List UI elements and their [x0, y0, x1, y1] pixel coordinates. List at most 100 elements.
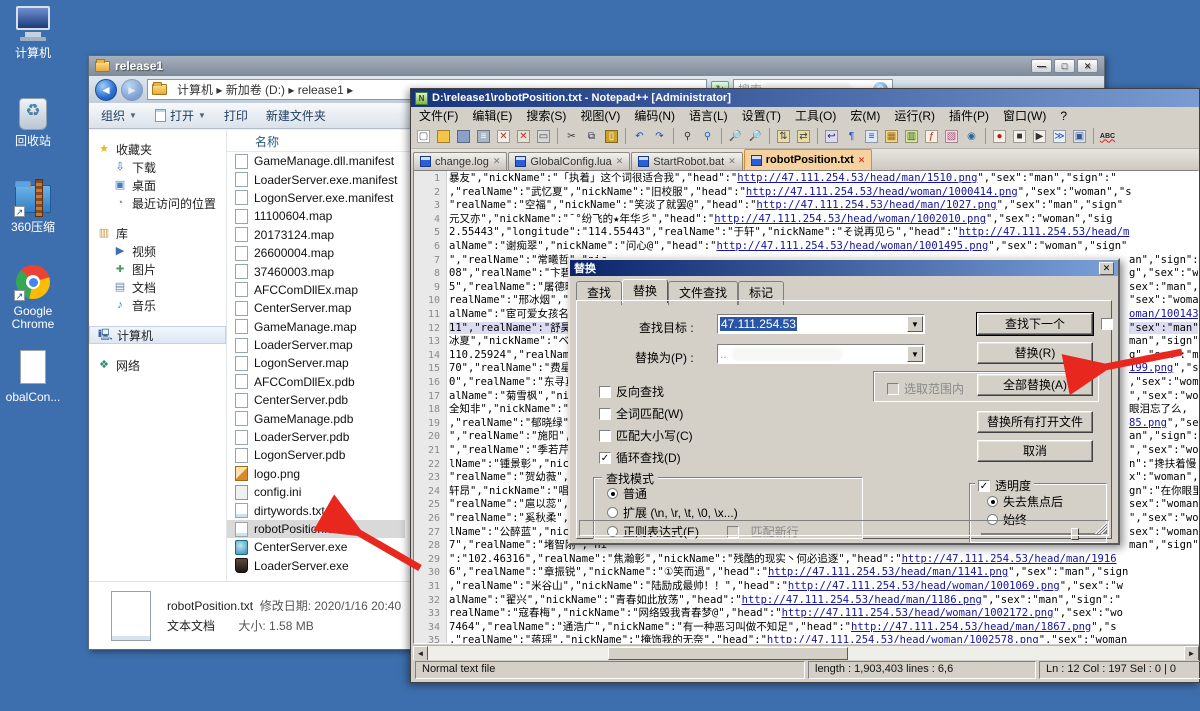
sidebar-item[interactable]: ▶视频 — [89, 242, 226, 260]
document-tab[interactable]: StartRobot.bat✕ — [631, 152, 742, 170]
save-all-icon[interactable]: ≡ — [475, 128, 492, 145]
scroll-right-button[interactable]: ► — [1184, 646, 1199, 661]
match-case-checkbox[interactable]: 匹配大小写(C) — [599, 427, 693, 444]
word-wrap-icon[interactable]: ↩ — [823, 128, 840, 145]
folder-workspace-icon[interactable]: ▧ — [943, 128, 960, 145]
sidebar-item[interactable]: ▤文档 — [89, 278, 226, 296]
mystery-checkbox[interactable] — [1101, 318, 1113, 330]
replace-with-input[interactable]: .. 226 ▼ — [717, 344, 925, 364]
menu-item[interactable]: 设置(T) — [742, 107, 781, 124]
find-next-button[interactable]: 查找下一个 — [977, 313, 1093, 335]
back-button[interactable]: ◄ — [95, 79, 117, 101]
desktop-icon-bin[interactable]: ♻回收站 — [0, 92, 66, 148]
sidebar-item[interactable]: ▣桌面 — [89, 176, 226, 194]
sidebar-item[interactable]: 🞦图片 — [89, 260, 226, 278]
menu-item[interactable]: 插件(P) — [949, 107, 989, 124]
organize-button[interactable]: 组织▼ — [101, 107, 137, 124]
cancel-button[interactable]: 取消 — [977, 440, 1093, 462]
menu-item[interactable]: 编辑(E) — [472, 107, 512, 124]
replace-icon[interactable]: ⚲ — [699, 128, 716, 145]
sidebar-item[interactable]: ♪音乐 — [89, 296, 226, 314]
replace-all-button[interactable]: 全部替换(A) — [977, 374, 1093, 396]
zoom-in-icon[interactable]: 🔎 — [727, 128, 744, 145]
sync-h-icon[interactable]: ⇄ — [795, 128, 812, 145]
menu-item[interactable]: 文件(F) — [419, 107, 458, 124]
file-row-selected[interactable]: robotPosition.txt — [227, 520, 405, 538]
document-tab[interactable]: GlobalConfig.lua✕ — [508, 152, 630, 170]
doc-map-icon[interactable]: ▥ — [903, 128, 920, 145]
menu-item[interactable]: ? — [1060, 109, 1067, 123]
scrollbar-thumb[interactable] — [608, 647, 848, 660]
spell-check-icon[interactable]: ABC — [1099, 128, 1116, 145]
menu-item[interactable]: 运行(R) — [894, 107, 935, 124]
replace-all-open-button[interactable]: 替换所有打开文件 — [977, 411, 1093, 433]
horizontal-scrollbar[interactable]: ◄ ► — [413, 645, 1199, 660]
desktop-icon-chrome[interactable]: ↗Google Chrome — [0, 262, 66, 331]
print-icon[interactable]: ▭ — [535, 128, 552, 145]
close-button[interactable]: ✕ — [1077, 59, 1098, 73]
tab-close-icon[interactable]: ✕ — [616, 156, 624, 167]
redo-icon[interactable]: ↷ — [651, 128, 668, 145]
new-folder-button[interactable]: 新建文件夹 — [266, 107, 326, 124]
save-icon[interactable] — [455, 128, 472, 145]
in-selection-checkbox[interactable]: 选取范围内 — [887, 380, 964, 397]
transparency-checkbox[interactable]: ✓透明度 — [975, 477, 1034, 494]
close-all-icon[interactable]: ✕ — [515, 128, 532, 145]
print-button[interactable]: 打印 — [224, 107, 248, 124]
open-icon[interactable] — [435, 128, 452, 145]
dialog-close-button[interactable]: ✕ — [1099, 262, 1114, 275]
maximize-button[interactable]: □ — [1054, 59, 1075, 73]
desktop-icon-computer[interactable]: 计算机 — [0, 4, 66, 60]
close-icon[interactable]: ✕ — [495, 128, 512, 145]
document-tab-active[interactable]: robotPosition.txt✕ — [744, 149, 873, 170]
forward-button[interactable]: ► — [121, 79, 143, 101]
desktop-icon-doc[interactable]: obalCon... — [0, 348, 66, 404]
dialog-titlebar[interactable]: 替换 ✕ — [570, 260, 1118, 276]
user-dialog-icon[interactable]: ▦ — [883, 128, 900, 145]
wrap-around-checkbox[interactable]: ✓循环查找(D) — [599, 449, 681, 466]
show-all-chars-icon[interactable]: ¶ — [843, 128, 860, 145]
tab-close-icon[interactable]: ✕ — [493, 156, 501, 167]
run-macro-multi-icon[interactable]: ≫ — [1051, 128, 1068, 145]
minimize-button[interactable]: — — [1031, 59, 1052, 73]
combo-dropdown-icon[interactable]: ▼ — [907, 346, 923, 362]
new-file-icon[interactable]: ▢ — [415, 128, 432, 145]
menu-item[interactable]: 语言(L) — [689, 107, 728, 124]
find-icon[interactable]: ⚲ — [679, 128, 696, 145]
cut-icon[interactable]: ✂ — [563, 128, 580, 145]
whole-word-checkbox[interactable]: 全词匹配(W) — [599, 405, 683, 422]
sidebar-item[interactable]: ⇩下载 — [89, 158, 226, 176]
function-list-icon[interactable]: ƒ — [923, 128, 940, 145]
scroll-left-button[interactable]: ◄ — [413, 646, 428, 661]
menu-item[interactable]: 窗口(W) — [1003, 107, 1046, 124]
play-macro-icon[interactable]: ▶ — [1031, 128, 1048, 145]
menu-item[interactable]: 编码(N) — [634, 107, 675, 124]
sidebar-item[interactable]: ▥库 — [89, 224, 226, 242]
open-button[interactable]: 打开▼ — [155, 107, 206, 124]
copy-icon[interactable]: ⧉ — [583, 128, 600, 145]
backward-checkbox[interactable]: 反向查找 — [599, 383, 664, 400]
mode-normal-radio[interactable]: 普通 — [607, 485, 647, 502]
menu-item[interactable]: 宏(M) — [850, 107, 880, 124]
menu-item[interactable]: 搜索(S) — [526, 107, 566, 124]
indent-guide-icon[interactable]: ≡ — [863, 128, 880, 145]
menu-item[interactable]: 视图(V) — [580, 107, 620, 124]
menu-item[interactable]: 工具(O) — [795, 107, 836, 124]
save-macro-icon[interactable]: ▣ — [1071, 128, 1088, 145]
notepadpp-titlebar[interactable]: N D:\release1\robotPosition.txt - Notepa… — [411, 89, 1199, 107]
sidebar-item[interactable]: ◔最近访问的位置 — [89, 194, 226, 212]
find-target-input[interactable]: 47.111.254.53 ▼ — [717, 314, 925, 334]
zoom-out-icon[interactable]: 🔎 — [747, 128, 764, 145]
monitor-icon[interactable]: ◉ — [963, 128, 980, 145]
combo-dropdown-icon[interactable]: ▼ — [907, 316, 923, 332]
sidebar-item[interactable]: 🖳计算机 — [89, 326, 226, 344]
explorer-titlebar[interactable]: release1 — □ ✕ — [89, 56, 1104, 76]
document-tab[interactable]: change.log✕ — [413, 152, 507, 170]
paste-icon[interactable]: ▯ — [603, 128, 620, 145]
tab-close-icon[interactable]: ✕ — [858, 155, 866, 166]
mode-extended-radio[interactable]: 扩展 (\n, \r, \t, \0, \x...) — [607, 504, 738, 521]
sidebar-item[interactable]: ★收藏夹 — [89, 140, 226, 158]
column-header-name[interactable]: 名称 — [227, 132, 412, 152]
resize-grip[interactable] — [1095, 522, 1107, 534]
replace-button[interactable]: 替换(R) — [977, 342, 1093, 364]
